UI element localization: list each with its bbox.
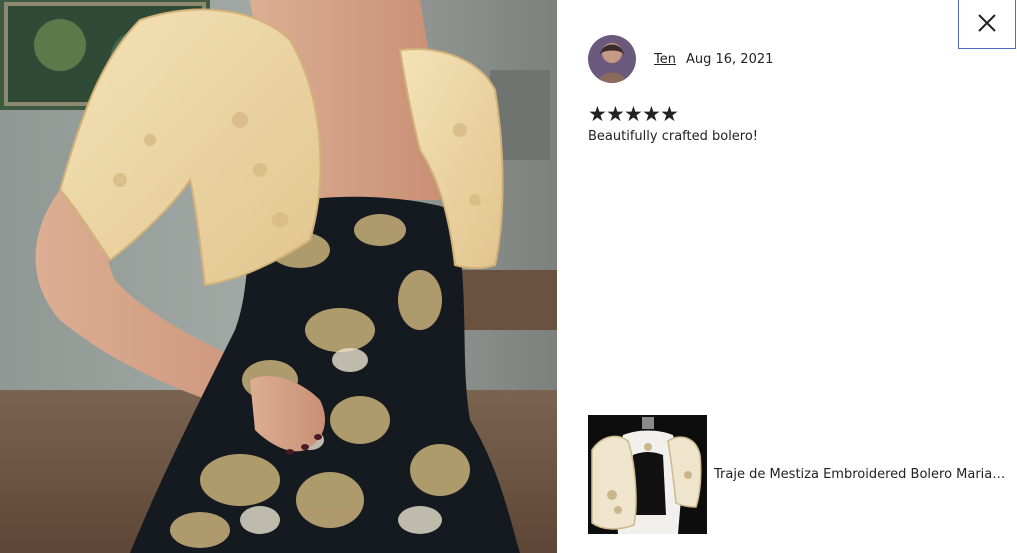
review-photo-image bbox=[0, 0, 557, 553]
close-button[interactable] bbox=[958, 0, 1016, 49]
review-text: Beautifully crafted bolero! bbox=[588, 129, 759, 144]
review-photo bbox=[0, 0, 557, 553]
star-icon: ★ bbox=[624, 102, 643, 126]
star-rating: ★ ★ ★ ★ ★ bbox=[588, 102, 679, 126]
avatar-image bbox=[588, 35, 636, 83]
star-icon: ★ bbox=[642, 102, 661, 126]
review-date: Aug 16, 2021 bbox=[685, 51, 774, 67]
star-icon: ★ bbox=[660, 102, 679, 126]
star-icon: ★ bbox=[588, 102, 607, 126]
reviewer-name-link[interactable]: Ten bbox=[654, 52, 676, 67]
avatar[interactable] bbox=[588, 35, 636, 83]
product-thumbnail-image bbox=[588, 415, 707, 534]
product-thumbnail[interactable] bbox=[588, 415, 707, 534]
product-title[interactable]: Traje de Mestiza Embroidered Bolero Mari… bbox=[714, 467, 1009, 482]
product-link[interactable]: Traje de Mestiza Embroidered Bolero Mari… bbox=[588, 415, 1009, 534]
star-icon: ★ bbox=[606, 102, 625, 126]
reviewer-info: Ten Aug 16, 2021 bbox=[588, 35, 773, 83]
close-icon bbox=[978, 14, 996, 32]
